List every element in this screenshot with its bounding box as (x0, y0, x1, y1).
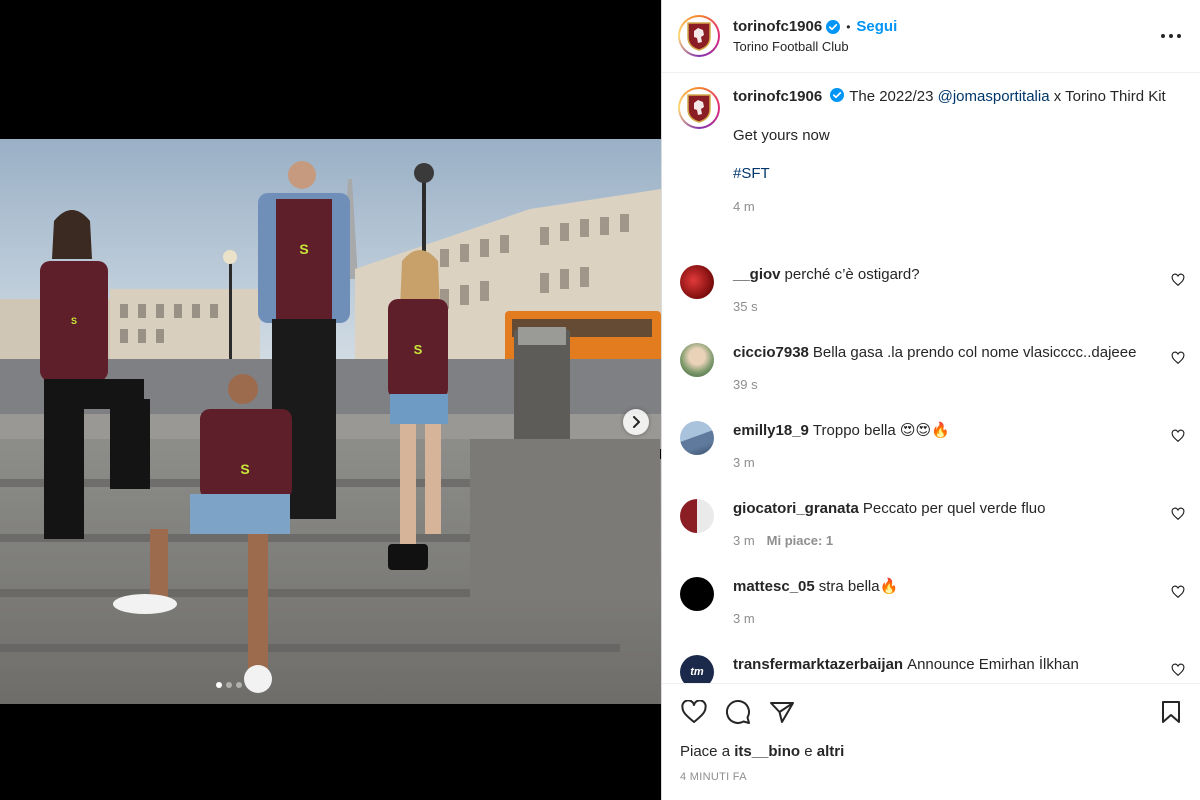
comment-button[interactable] (724, 698, 752, 726)
follow-button[interactable]: Segui (856, 18, 897, 35)
caption-text-suffix: x Torino Third Kit (1049, 88, 1166, 105)
torino-crest-icon (687, 94, 711, 123)
comment-text: Bella gasa .la prendo col nome vlasicccc… (812, 344, 1137, 361)
caption-username[interactable]: torinofc1906 (733, 88, 822, 105)
likes-summary: Piace a its__bino e altri (680, 743, 844, 760)
comment-icon (726, 700, 750, 724)
like-button[interactable] (680, 698, 708, 726)
carousel-dot (236, 682, 242, 688)
heart-icon (681, 700, 707, 723)
comment-time[interactable]: 39 s (733, 377, 758, 392)
verified-badge-icon (826, 19, 841, 34)
carousel-dot-active (216, 682, 222, 688)
comment-text: Troppo bella 😍😍🔥 (812, 422, 950, 439)
comment-text: Announce Emirhan İlkhan (907, 656, 1079, 673)
svg-text:S: S (299, 241, 308, 257)
instagram-post: S S S S torinofc1906 • Segui Torino Foot… (0, 0, 1200, 800)
header-separator: • (846, 19, 851, 34)
comment-like-heart-icon[interactable] (1171, 585, 1185, 599)
likes-user-link[interactable]: its__bino (734, 743, 800, 760)
carousel-next-button[interactable] (623, 409, 649, 435)
svg-text:S: S (414, 342, 423, 357)
transfermarkt-logo-text: tm (690, 666, 704, 678)
comment-avatar[interactable] (680, 499, 714, 533)
post-timestamp[interactable]: 4 MINUTI FA (680, 771, 747, 783)
likes-prefix: Piace a (680, 743, 735, 760)
header-subtitle: Torino Football Club (733, 39, 849, 54)
comment-item: __giov perché c’è ostigard? 35 s (680, 265, 1185, 314)
comment-item: tm transfermarktazerbaijan Announce Emirh… (680, 655, 1185, 683)
comment-like-heart-icon[interactable] (1171, 663, 1185, 677)
comment-like-heart-icon[interactable] (1171, 429, 1185, 443)
verified-badge-icon (830, 88, 845, 102)
comment-item: emilly18_9 Troppo bella 😍😍🔥 3 m (680, 421, 1185, 470)
comment-like-heart-icon[interactable] (1171, 273, 1185, 287)
comment-time[interactable]: 3 m (733, 611, 755, 626)
post-actions: Piace a its__bino e altri 4 MINUTI FA (662, 683, 1200, 800)
svg-text:S: S (71, 316, 77, 326)
post-photo[interactable]: S S S S (0, 139, 661, 704)
post-media: S S S S (0, 0, 661, 800)
comment-username[interactable]: __giov (733, 266, 781, 283)
comment-username[interactable]: ciccio7938 (733, 344, 809, 361)
comment-item: ciccio7938 Bella gasa .la prendo col nome… (680, 343, 1185, 392)
comment-avatar[interactable] (680, 343, 714, 377)
comment-time[interactable]: 3 m (733, 455, 755, 470)
post-side-panel: torinofc1906 • Segui Torino Football Clu… (661, 0, 1200, 800)
comment-text: Peccato per quel verde fluo (862, 500, 1046, 517)
more-horizontal-icon (1161, 34, 1181, 38)
profile-avatar[interactable] (678, 15, 720, 57)
comment-text: perché c’è ostigard? (784, 266, 920, 283)
comment-avatar[interactable] (680, 577, 714, 611)
comments-scroll-area[interactable]: torinofc1906 The 2022/23 @jomasportitalia… (662, 73, 1200, 683)
caption-text-prefix: The 2022/23 (849, 88, 938, 105)
carousel-dots (216, 682, 242, 688)
comment-avatar[interactable] (680, 421, 714, 455)
comment-avatar[interactable]: tm (680, 655, 714, 683)
comment-like-heart-icon[interactable] (1171, 507, 1185, 521)
torino-crest-icon (687, 22, 711, 51)
save-button[interactable] (1157, 698, 1185, 726)
comment-username[interactable]: mattesc_05 (733, 578, 815, 595)
comment-like-count[interactable]: Mi piace: 1 (767, 533, 833, 548)
caption-line-2: Get yours now (733, 126, 830, 144)
post-header: torinofc1906 • Segui Torino Football Clu… (662, 0, 1200, 73)
svg-text:S: S (240, 461, 249, 477)
comment-time[interactable]: 35 s (733, 299, 758, 314)
post-caption: torinofc1906 The 2022/23 @jomasportitalia… (662, 73, 1200, 216)
likes-middle: e (800, 743, 817, 760)
comment-like-heart-icon[interactable] (1171, 351, 1185, 365)
photo-illustration: S S S S (0, 139, 661, 704)
more-options-button[interactable] (1159, 24, 1183, 48)
comment-username[interactable]: transfermarktazerbaijan (733, 656, 903, 673)
caption-avatar[interactable] (678, 87, 720, 129)
caption-time[interactable]: 4 m (733, 197, 1173, 217)
carousel-dot (226, 682, 232, 688)
comment-item: mattesc_05 stra bella🔥 3 m (680, 577, 1185, 626)
caption-mention-link[interactable]: @jomasportitalia (938, 88, 1050, 105)
bookmark-icon (1162, 701, 1180, 723)
comment-item: giocatori_granata Peccato per quel verde … (680, 499, 1185, 548)
chevron-right-icon (633, 416, 640, 428)
comment-text: stra bella🔥 (818, 578, 899, 595)
comment-username[interactable]: giocatori_granata (733, 500, 859, 517)
likes-others-link[interactable]: altri (817, 743, 845, 760)
caption-hashtag-link[interactable]: #SFT (733, 165, 770, 182)
comment-username[interactable]: emilly18_9 (733, 422, 809, 439)
comment-time[interactable]: 3 m (733, 533, 755, 548)
comment-avatar[interactable] (680, 265, 714, 299)
share-icon (770, 702, 794, 723)
header-username[interactable]: torinofc1906 (733, 18, 822, 35)
share-button[interactable] (768, 698, 796, 726)
